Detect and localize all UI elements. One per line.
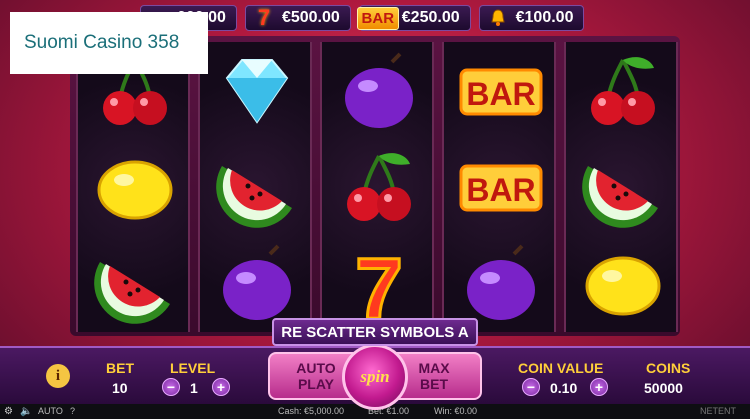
bar-icon: BAR: [356, 6, 400, 30]
svg-text:BAR: BAR: [466, 76, 535, 112]
game-stage: ◆ 000.00 7 €500.00 BAR €250.00 €100.00 S…: [0, 0, 750, 419]
coin-value-label: COIN VALUE: [518, 360, 604, 376]
jackpot-bar: ◆ 000.00 7 €500.00 BAR €250.00 €100.00: [140, 4, 750, 32]
level-minus-button[interactable]: −: [162, 378, 180, 396]
plum-symbol: [329, 46, 429, 138]
footer-cash: Cash: €5,000.00: [278, 406, 345, 416]
casino-logo: Suomi Casino 358: [10, 12, 208, 74]
control-panel: i BET 10 LEVEL − 1 + AUTO PLAY spin MAX …: [0, 344, 750, 410]
footer-help-button[interactable]: ?: [70, 406, 75, 416]
svg-text:7: 7: [355, 242, 403, 326]
jackpot-bar-symbol: BAR €250.00: [356, 5, 471, 31]
seven-symbol: 7: [329, 238, 429, 330]
sound-icon[interactable]: 🔈: [20, 406, 32, 417]
settings-icon[interactable]: ⚙: [4, 406, 13, 417]
lemon-symbol: [85, 142, 185, 234]
bar-symbol: BAR: [451, 142, 551, 234]
level-value: 1: [190, 380, 198, 396]
reel-1: [76, 42, 190, 332]
reel-4: BAR BAR: [442, 42, 556, 332]
plum-symbol: [207, 238, 307, 330]
seven-icon: 7: [257, 5, 271, 30]
diamond-symbol: [207, 46, 307, 138]
bet-value: 10: [112, 380, 128, 396]
spin-label: spin: [360, 367, 390, 386]
level-plus-button[interactable]: +: [212, 378, 230, 396]
lemon-symbol: [573, 238, 673, 330]
svg-text:BAR: BAR: [466, 172, 535, 208]
jackpot-seven: 7 €500.00: [244, 5, 351, 31]
plum-symbol: [451, 238, 551, 330]
reel-3: 7: [320, 42, 434, 332]
autoplay-line1: AUTO: [296, 360, 336, 376]
ticker-text: RE SCATTER SYMBOLS A: [281, 323, 469, 341]
coin-value: 0.10: [550, 380, 578, 396]
cherry-symbol: [329, 142, 429, 234]
watermelon-symbol: [85, 238, 185, 330]
footer-auto-button[interactable]: AUTO: [38, 406, 63, 416]
footer-win: Win: €0.00: [434, 406, 478, 416]
coins-label: COINS: [646, 360, 691, 376]
watermelon-symbol: [573, 142, 673, 234]
watermelon-symbol: [207, 142, 307, 234]
logo-text: Suomi Casino 358: [24, 32, 180, 53]
info-button[interactable]: i: [46, 364, 70, 388]
jackpot-bell: €100.00: [478, 5, 585, 31]
coin-value-minus-button[interactable]: −: [522, 378, 540, 396]
bell-icon: [484, 7, 512, 29]
jackpot-seven-value: €500.00: [281, 9, 340, 26]
autoplay-line2: PLAY: [297, 376, 335, 392]
netent-logo: NETENT: [700, 406, 736, 416]
scatter-ticker: RE SCATTER SYMBOLS A: [272, 318, 478, 346]
level-label: LEVEL: [170, 360, 216, 376]
bet-label: BET: [106, 360, 134, 376]
bar-symbol: BAR: [451, 46, 551, 138]
coins-value: 50000: [644, 380, 683, 396]
coin-value-plus-button[interactable]: +: [590, 378, 608, 396]
maxbet-line2: BET: [420, 376, 448, 392]
jackpot-bar-value: €250.00: [401, 9, 460, 26]
reel-2: [198, 42, 312, 332]
maxbet-line1: MAX: [418, 360, 450, 376]
reel-5: [564, 42, 678, 332]
jackpot-bell-value: €100.00: [515, 9, 574, 26]
cherry-symbol: [573, 46, 673, 138]
spin-button[interactable]: spin: [342, 344, 408, 410]
reels-frame: 7 BAR BAR: [70, 36, 680, 336]
